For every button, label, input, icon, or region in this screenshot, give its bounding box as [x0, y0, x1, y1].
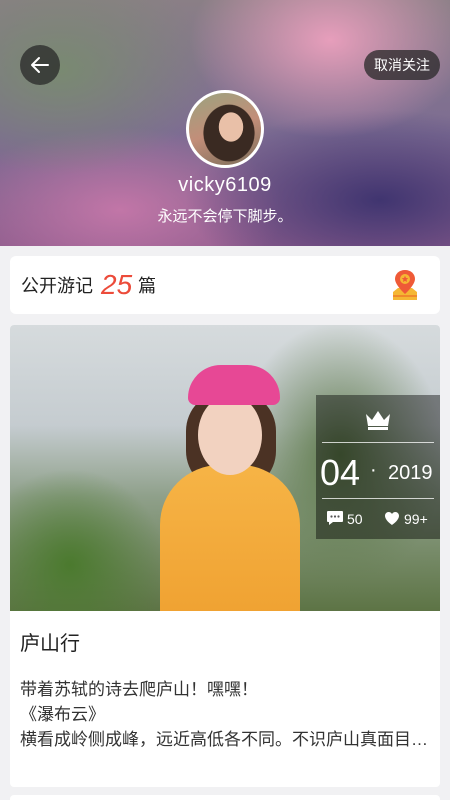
username: vicky6109	[178, 174, 272, 196]
avatar[interactable]	[186, 90, 264, 168]
journal-title: 庐山行	[20, 633, 80, 655]
overlay-divider	[322, 498, 434, 499]
cover-photo-detail	[198, 395, 262, 475]
unfollow-button[interactable]: 取消关注	[364, 50, 440, 80]
journal-year: 2019	[388, 462, 433, 484]
arrow-left-icon	[31, 57, 49, 73]
map-pin-icon[interactable]	[390, 268, 420, 302]
excerpt-line: 带着苏轼的诗去爬庐山！嘿嘿！	[20, 680, 258, 699]
date-separator: ·	[370, 459, 377, 481]
stats-count: 25	[101, 269, 133, 300]
next-journal-card[interactable]	[10, 795, 440, 800]
cover-photo-detail	[188, 365, 280, 405]
excerpt-line: 《瀑布云》	[20, 705, 105, 724]
like-count: 99+	[404, 511, 428, 527]
crown-icon	[366, 411, 390, 430]
journal-stats-card: 公开游记 25 篇	[10, 256, 440, 314]
stats-unit: 篇	[138, 276, 157, 296]
comment-icon	[327, 511, 343, 525]
back-button[interactable]	[20, 45, 60, 85]
cover-photo-detail	[160, 465, 300, 611]
stats-label: 公开游记	[21, 276, 93, 296]
profile-header: 取消关注 vicky6109 永远不会停下脚步。	[0, 0, 450, 246]
journal-excerpt: 带着苏轼的诗去爬庐山！嘿嘿！ 《瀑布云》 横看成岭侧成峰，远近高低各不同。不识庐…	[20, 677, 430, 752]
heart-icon	[385, 512, 399, 525]
journal-date-overlay: 04 · 2019 50 99+	[316, 395, 440, 539]
comment-count: 50	[347, 511, 363, 527]
journal-month: 04	[320, 452, 361, 493]
journal-cover-image: 04 · 2019 50 99+	[10, 325, 440, 611]
overlay-divider	[322, 442, 434, 443]
user-motto: 永远不会停下脚步。	[157, 208, 293, 225]
journal-card[interactable]: 04 · 2019 50 99+ 庐山行 带着苏轼的诗去爬庐山！嘿嘿！ 《瀑布云…	[10, 325, 440, 787]
excerpt-line: 横看成岭侧成峰，远近高低各不同。不识庐山真面目，只缘身在此山中。	[20, 730, 430, 749]
